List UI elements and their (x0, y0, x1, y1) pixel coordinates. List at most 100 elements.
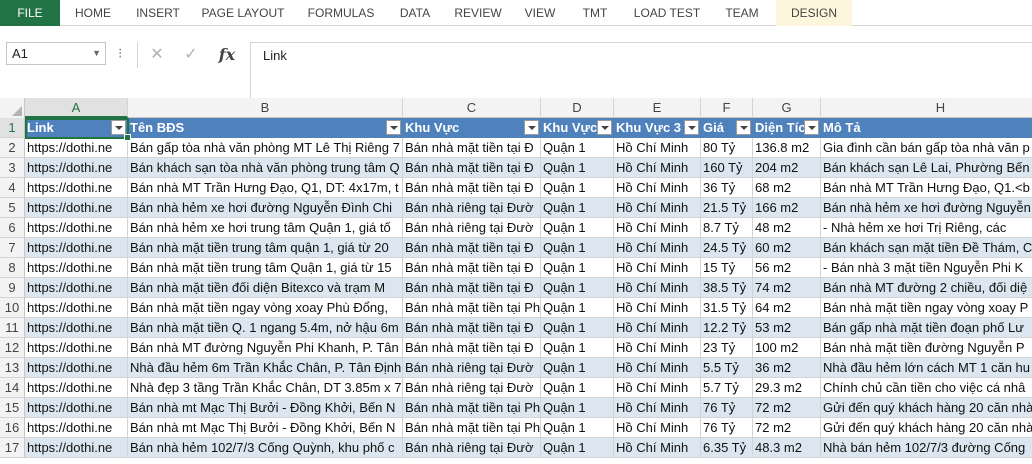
table-header-cell[interactable]: Khu Vực (403, 118, 541, 138)
table-cell[interactable]: Quận 1 (541, 178, 614, 198)
table-cell[interactable]: https://dothi.ne (25, 358, 128, 378)
table-cell[interactable]: 166 m2 (753, 198, 821, 218)
table-cell[interactable]: Bán nhà riêng tại Đườ (403, 438, 541, 458)
table-cell[interactable]: Hồ Chí Minh (614, 218, 701, 238)
row-number[interactable]: 10 (0, 298, 25, 318)
row-number[interactable]: 13 (0, 358, 25, 378)
table-cell[interactable]: 5.7 Tỷ (701, 378, 753, 398)
table-cell[interactable]: 21.5 Tỷ (701, 198, 753, 218)
tab-formulas[interactable]: FORMULAS (296, 0, 386, 26)
table-cell[interactable]: Bán khách sạn mặt tiền Đề Thám, C (821, 238, 1032, 258)
tab-page-layout[interactable]: PAGE LAYOUT (192, 0, 294, 26)
more-options-icon[interactable]: ⁝ (118, 43, 122, 63)
name-box[interactable]: A1 ▼ (6, 42, 106, 65)
table-header-cell[interactable]: Khu Vực 3 (614, 118, 701, 138)
table-cell[interactable]: Hồ Chí Minh (614, 198, 701, 218)
table-cell[interactable]: https://dothi.ne (25, 398, 128, 418)
column-header-c[interactable]: C (403, 98, 541, 118)
table-cell[interactable]: 12.2 Tỷ (701, 318, 753, 338)
table-cell[interactable]: Quận 1 (541, 338, 614, 358)
table-cell[interactable]: Hồ Chí Minh (614, 278, 701, 298)
table-cell[interactable]: Bán nhà mặt tiền ngay vòng xoay Phù Đổng… (128, 298, 403, 318)
table-cell[interactable]: 8.7 Tỷ (701, 218, 753, 238)
tab-tmt[interactable]: TMT (568, 0, 622, 26)
table-cell[interactable]: https://dothi.ne (25, 338, 128, 358)
table-cell[interactable]: Bán nhà mặt tiền trung tâm quận 1, giá t… (128, 238, 403, 258)
table-cell[interactable]: 38.5 Tỷ (701, 278, 753, 298)
table-cell[interactable]: Bán nhà riêng tại Đườ (403, 218, 541, 238)
table-cell[interactable]: Quận 1 (541, 398, 614, 418)
row-number[interactable]: 7 (0, 238, 25, 258)
table-cell[interactable]: 24.5 Tỷ (701, 238, 753, 258)
table-cell[interactable]: - Bán nhà 3 mặt tiền Nguyễn Phi K (821, 258, 1032, 278)
table-cell[interactable]: Hồ Chí Minh (614, 378, 701, 398)
table-cell[interactable]: 36 Tỷ (701, 178, 753, 198)
table-cell[interactable]: Bán nhà mặt tiền tại Đ (403, 258, 541, 278)
tab-team[interactable]: TEAM (712, 0, 772, 26)
table-cell[interactable]: Bán nhà mt Mạc Thị Bưởi - Đồng Khởi, Bến… (128, 398, 403, 418)
table-cell[interactable]: 48 m2 (753, 218, 821, 238)
tab-design[interactable]: DESIGN (776, 0, 852, 26)
table-cell[interactable]: https://dothi.ne (25, 158, 128, 178)
table-header-cell[interactable]: Tên BĐS (128, 118, 403, 138)
table-cell[interactable]: 15 Tỷ (701, 258, 753, 278)
table-cell[interactable]: Quận 1 (541, 298, 614, 318)
row-number[interactable]: 17 (0, 438, 25, 458)
row-number[interactable]: 1 (0, 118, 25, 138)
table-cell[interactable]: 6.35 Tỷ (701, 438, 753, 458)
table-cell[interactable]: Hồ Chí Minh (614, 398, 701, 418)
table-cell[interactable]: 76 Tỷ (701, 398, 753, 418)
column-header-e[interactable]: E (614, 98, 701, 118)
table-cell[interactable]: Bán nhà MT đường 2 chiều, đối diệ (821, 278, 1032, 298)
table-cell[interactable]: Hồ Chí Minh (614, 338, 701, 358)
filter-dropdown-icon[interactable] (684, 120, 699, 135)
filter-dropdown-icon[interactable] (736, 120, 751, 135)
table-cell[interactable]: 204 m2 (753, 158, 821, 178)
table-cell[interactable]: https://dothi.ne (25, 418, 128, 438)
tab-file[interactable]: FILE (0, 0, 60, 26)
table-cell[interactable]: Bán khách sạn Lê Lai, Phường Bến (821, 158, 1032, 178)
table-cell[interactable]: Bán nhà mặt tiền tại Ph (403, 398, 541, 418)
table-cell[interactable]: Hồ Chí Minh (614, 298, 701, 318)
table-cell[interactable]: https://dothi.ne (25, 138, 128, 158)
row-number[interactable]: 9 (0, 278, 25, 298)
tab-home[interactable]: HOME (62, 0, 124, 26)
table-cell[interactable]: Bán nhà mặt tiền tại Đ (403, 238, 541, 258)
row-number[interactable]: 12 (0, 338, 25, 358)
tab-data[interactable]: DATA (388, 0, 442, 26)
table-cell[interactable]: https://dothi.ne (25, 438, 128, 458)
table-cell[interactable]: - Nhà hẻm xe hơi Trị Riêng, các (821, 218, 1032, 238)
table-cell[interactable]: Hồ Chí Minh (614, 258, 701, 278)
table-cell[interactable]: Bán nhà mặt tiền tại Đ (403, 338, 541, 358)
table-cell[interactable]: 76 Tỷ (701, 418, 753, 438)
column-header-d[interactable]: D (541, 98, 614, 118)
table-cell[interactable]: Bán nhà mặt tiền tại Ph (403, 418, 541, 438)
table-cell[interactable]: Quận 1 (541, 158, 614, 178)
table-cell[interactable]: https://dothi.ne (25, 198, 128, 218)
filter-dropdown-icon[interactable] (804, 120, 819, 135)
table-cell[interactable]: https://dothi.ne (25, 298, 128, 318)
filter-dropdown-icon[interactable] (597, 120, 612, 135)
table-cell[interactable]: 64 m2 (753, 298, 821, 318)
table-cell[interactable]: Bán gấp tòa nhà văn phòng MT Lê Thị Riên… (128, 138, 403, 158)
tab-insert[interactable]: INSERT (126, 0, 190, 26)
table-cell[interactable]: Bán nhà mặt tiền tại Đ (403, 158, 541, 178)
row-number[interactable]: 14 (0, 378, 25, 398)
table-cell[interactable]: 5.5 Tỷ (701, 358, 753, 378)
table-cell[interactable]: https://dothi.ne (25, 238, 128, 258)
row-number[interactable]: 8 (0, 258, 25, 278)
table-cell[interactable]: Bán nhà mặt tiền ngay vòng xoay P (821, 298, 1032, 318)
table-cell[interactable]: Bán nhà MT Trần Hưng Đạo, Q1, DT: 4x17m,… (128, 178, 403, 198)
table-cell[interactable]: 80 Tỷ (701, 138, 753, 158)
table-cell[interactable]: Hồ Chí Minh (614, 358, 701, 378)
table-cell[interactable]: Quận 1 (541, 438, 614, 458)
table-cell[interactable]: Quận 1 (541, 378, 614, 398)
column-header-b[interactable]: B (128, 98, 403, 118)
table-cell[interactable]: Bán nhà mặt tiền đường Nguyễn P (821, 338, 1032, 358)
column-header-h[interactable]: H (821, 98, 1032, 118)
table-cell[interactable]: Bán nhà mt Mạc Thị Bưởi - Đồng Khởi, Bến… (128, 418, 403, 438)
check-icon[interactable]: ✓ (176, 42, 206, 68)
table-cell[interactable]: Quận 1 (541, 318, 614, 338)
table-cell[interactable]: https://dothi.ne (25, 218, 128, 238)
column-header-f[interactable]: F (701, 98, 753, 118)
